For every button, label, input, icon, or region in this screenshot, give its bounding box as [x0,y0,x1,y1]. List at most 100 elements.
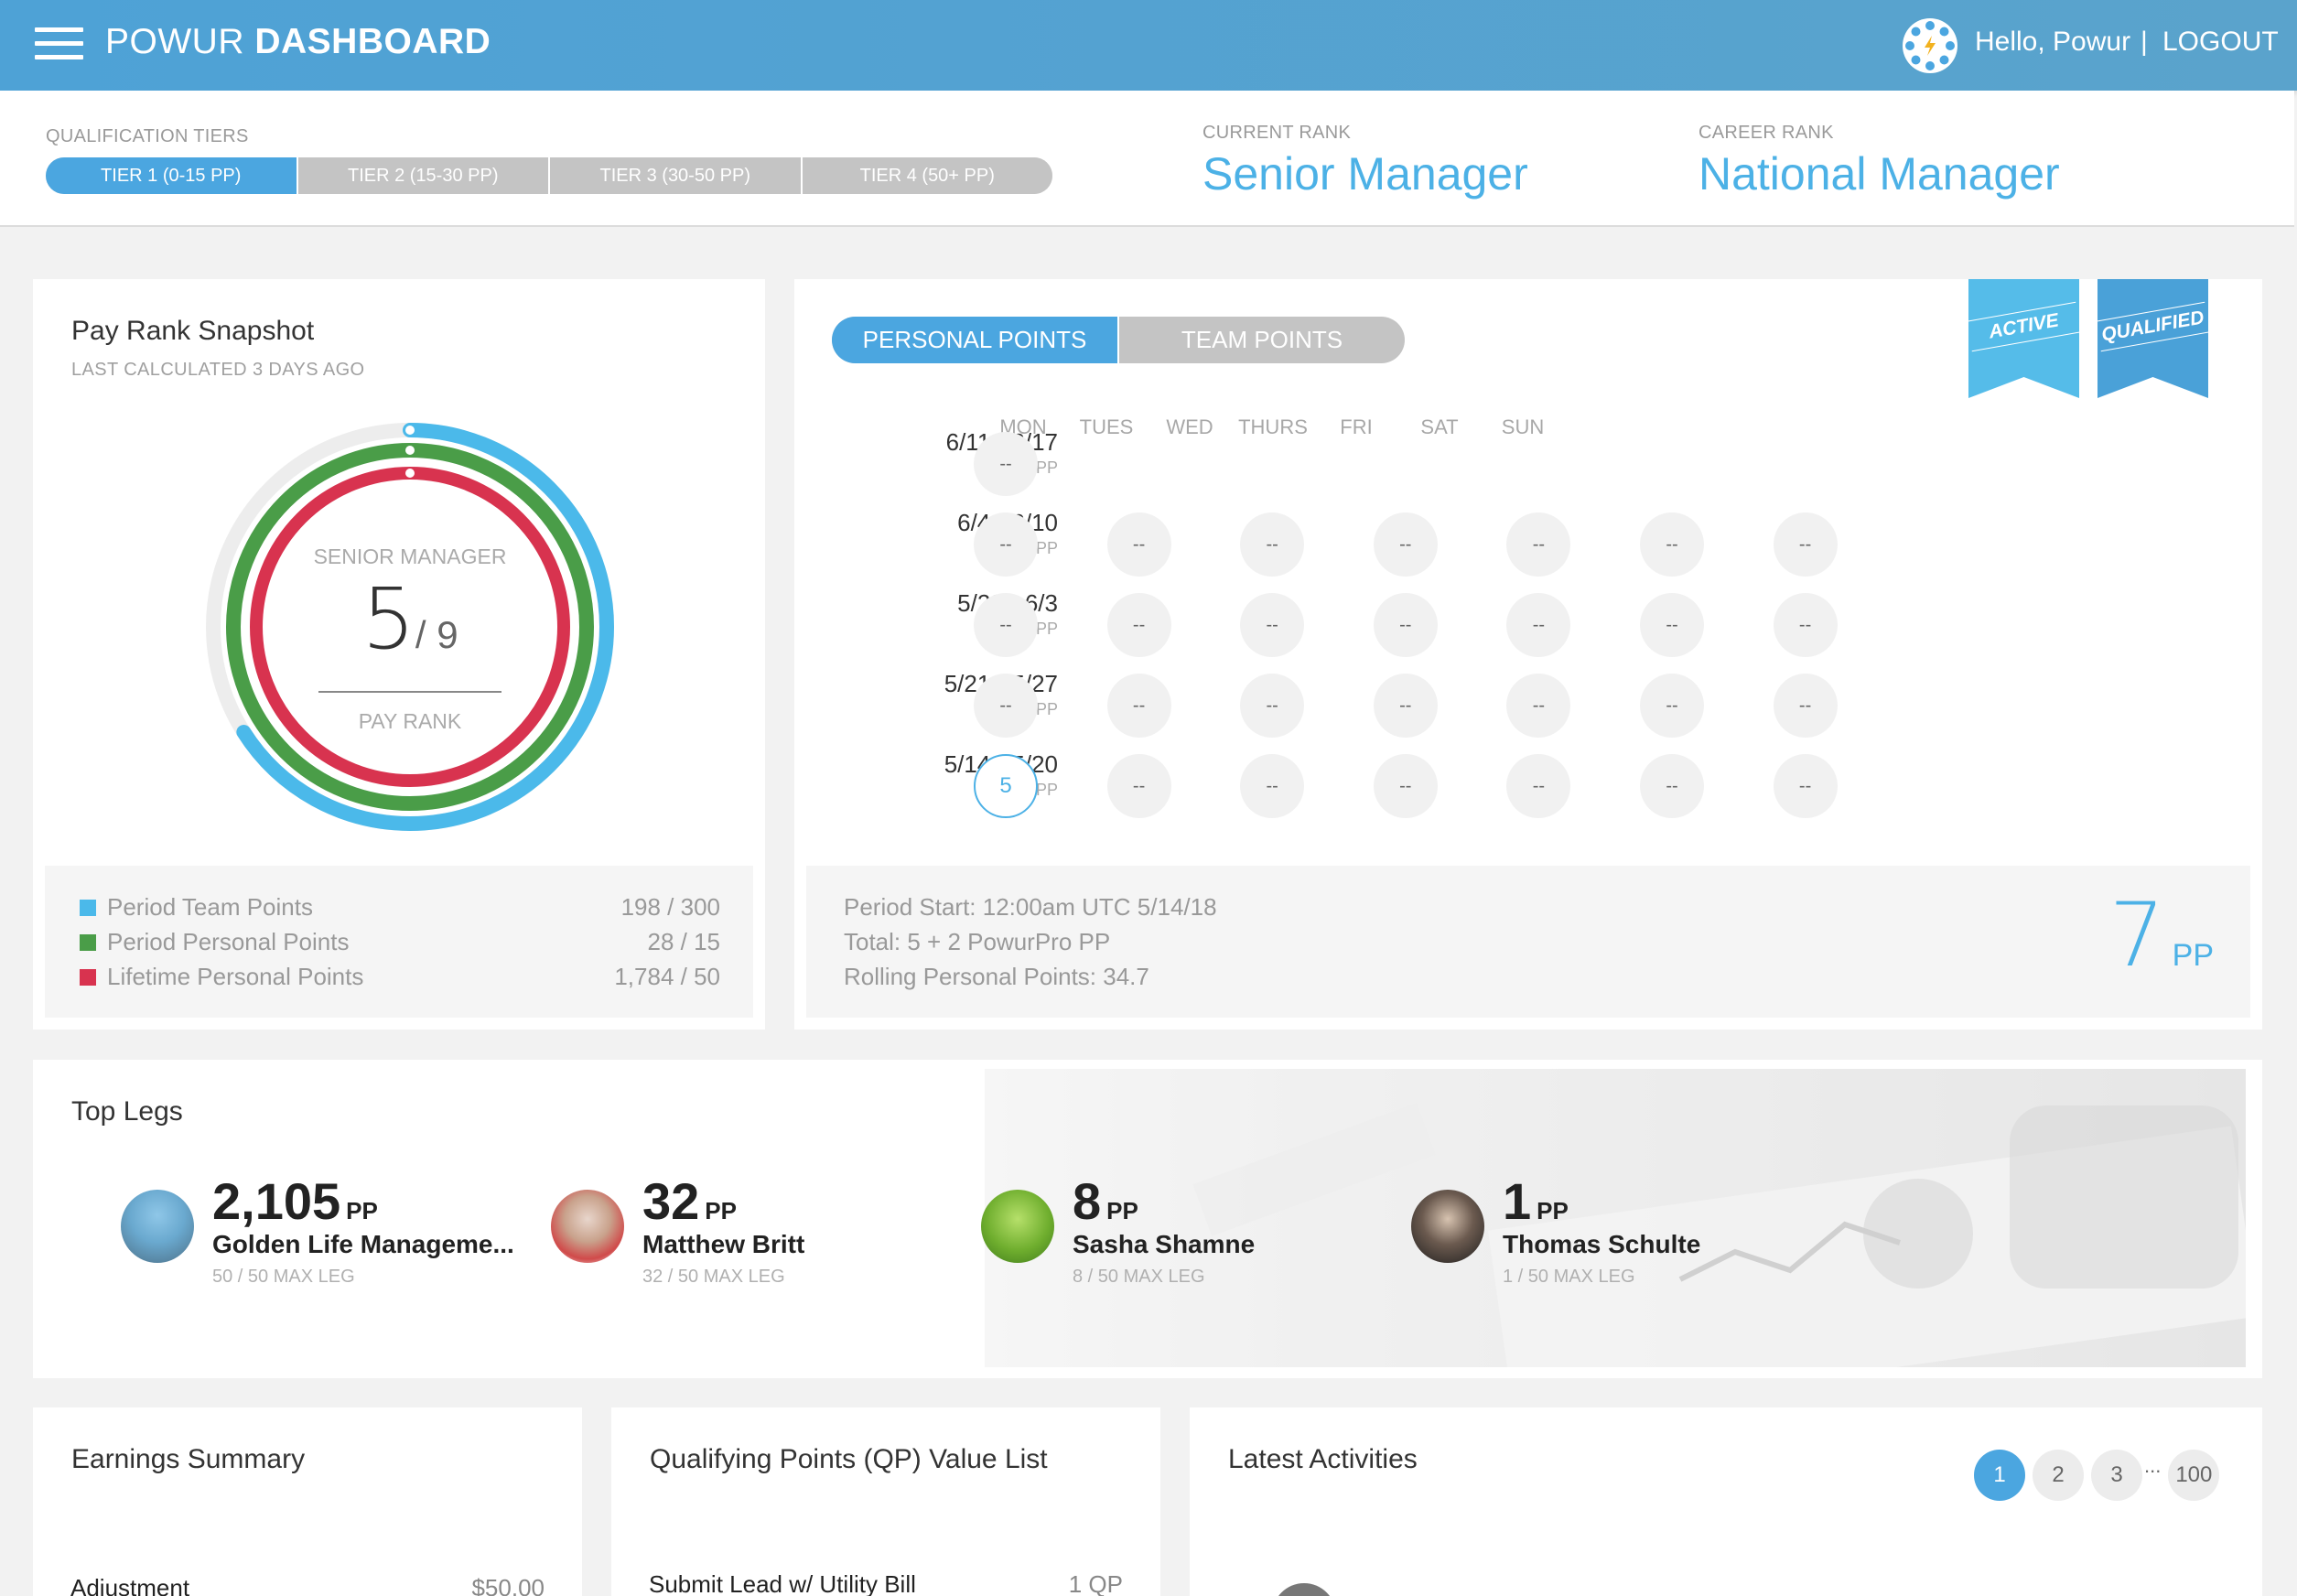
qp-list-title: Qualifying Points (QP) Value List [650,1444,1048,1474]
day-cell[interactable]: -- [1773,754,1838,818]
day-cell[interactable]: -- [1373,754,1438,818]
day-cell[interactable]: -- [1106,593,1171,657]
legend-row: Period Personal Points 28 / 15 [80,928,720,956]
rank-name: SENIOR MANAGER [313,545,507,568]
leg-item[interactable]: 2,105 PP Golden Life Manageme... 50 / 50 … [121,1171,523,1290]
donut-center: SENIOR MANAGER 5/ 9 PAY RANK [273,545,547,734]
legend-row: Period Team Points 198 / 300 [80,893,720,922]
day-cell[interactable]: -- [1106,674,1171,738]
day-cell[interactable]: -- [974,674,1038,738]
day-cell[interactable]: -- [974,512,1038,577]
day-cell[interactable]: -- [974,432,1038,496]
day-cell[interactable]: -- [1773,674,1838,738]
rank-fraction: 5/ 9 [273,577,547,685]
tier-selector: TIER 1 (0-15 PP) TIER 2 (15-30 PP) TIER … [46,157,1052,194]
legend-row: Lifetime Personal Points 1,784 / 50 [80,963,720,991]
rank-number: 5 [361,570,415,668]
legend-label: Period Personal Points [107,928,350,955]
top-legs-card: Top Legs 2,105 PP Golden Life Manageme...… [33,1060,2262,1378]
legend-swatch [80,900,96,916]
day-cell[interactable]: -- [1240,512,1305,577]
period-points-total: 7 PP [2109,884,2214,987]
day-cell[interactable]: -- [1506,674,1571,738]
day-cell[interactable]: -- [1106,512,1171,577]
pay-rank-subtitle: LAST CALCULATED 3 DAYS AGO [71,360,365,380]
avatar [1411,1190,1484,1263]
qp-row-label: Submit Lead w/ Utility Bill [649,1570,916,1596]
day-cell[interactable]: -- [1640,674,1704,738]
page-button[interactable]: 2 [2033,1450,2084,1501]
qp-row-value: 1 QP [1068,1570,1123,1596]
career-rank: CAREER RANK National Manager [1698,123,2060,200]
period-start: Period Start: 12:00am UTC 5/14/18 [844,893,1217,921]
app-title: POWUR DASHBOARD [105,22,491,61]
tiers-label: QUALIFICATION TIERS [46,126,249,146]
day-cell[interactable]: -- [1240,593,1305,657]
day-cell[interactable]: -- [1373,512,1438,577]
active-badge: ACTIVE [1966,279,2082,398]
donut-ring-start-dot [405,446,415,455]
qp-row: Submit Lead w/ Utility Bill 1 QP [649,1570,1123,1596]
leg-max: 1 / 50 MAX LEG [1503,1267,1635,1287]
tier-1-tab[interactable]: TIER 1 (0-15 PP) [46,157,298,194]
leg-points: 1 PP [1503,1172,1569,1230]
day-cell[interactable]: -- [1506,754,1571,818]
day-cell[interactable]: -- [1240,674,1305,738]
page-button[interactable]: 100 [2168,1450,2220,1501]
legend-swatch [80,934,96,951]
avatar [1272,1583,1336,1596]
rank-caption: PAY RANK [358,709,462,733]
activities-title: Latest Activities [1228,1444,1418,1474]
pay-rank-legend: Period Team Points 198 / 300 Period Pers… [45,866,753,1018]
powur-logo-icon [1903,18,1957,73]
logout-link[interactable]: LOGOUT [2162,27,2279,58]
day-cell[interactable]: -- [1640,512,1704,577]
page-button[interactable]: 1 [1974,1450,2025,1501]
day-cell[interactable]: -- [1506,593,1571,657]
rank-divider [318,691,501,693]
leg-name: Matthew Britt [642,1230,805,1258]
day-header: SUN [1501,415,1545,438]
team-points-tab[interactable]: TEAM POINTS [1119,317,1405,363]
day-cell[interactable]: -- [1506,512,1571,577]
leg-item[interactable]: 8 PP Sasha Shamne 8 / 50 MAX LEG [981,1171,1384,1290]
latest-activities-card: Latest Activities 1 2 3 ... 100 [1190,1407,2262,1596]
points-toggle: PERSONAL POINTS TEAM POINTS [832,317,1405,363]
day-cell[interactable]: -- [974,593,1038,657]
tier-3-tab[interactable]: TIER 3 (30-50 PP) [550,157,803,194]
pay-rank-title: Pay Rank Snapshot [71,316,315,346]
top-header: POWUR DASHBOARD Hello, Powur | LOGOUT [0,0,2297,91]
avatar [121,1190,194,1263]
donut-ring-start-dot [405,469,415,478]
leg-points: 8 PP [1073,1172,1138,1230]
leg-item[interactable]: 32 PP Matthew Britt 32 / 50 MAX LEG [551,1171,954,1290]
day-cell[interactable]: -- [1240,754,1305,818]
earnings-row: Adjustment $50.00 [70,1574,545,1596]
pagination-ellipsis: ... [2144,1454,2162,1477]
current-rank: CURRENT RANK Senior Manager [1202,123,1528,200]
period-summary: Period Start: 12:00am UTC 5/14/18 Total:… [806,866,2250,1018]
hamburger-menu-icon[interactable] [35,27,83,60]
day-cell[interactable]: -- [1773,593,1838,657]
tier-2-tab[interactable]: TIER 2 (15-30 PP) [297,157,550,194]
leg-name: Sasha Shamne [1073,1230,1256,1258]
user-greeting: Hello, Powur [1975,27,2131,57]
pagination: 1 2 3 ... 100 [1967,1450,2220,1501]
day-cell[interactable]: -- [1640,593,1704,657]
leg-max: 8 / 50 MAX LEG [1073,1267,1205,1287]
day-cell[interactable]: -- [1106,754,1171,818]
day-cell[interactable]: -- [1773,512,1838,577]
personal-points-tab[interactable]: PERSONAL POINTS [832,317,1119,363]
legend-label: Period Team Points [107,893,313,921]
leg-name: Thomas Schulte [1503,1230,1701,1258]
leg-item[interactable]: 1 PP Thomas Schulte 1 / 50 MAX LEG [1411,1171,1814,1290]
leg-points: 32 PP [642,1172,737,1230]
leg-max: 32 / 50 MAX LEG [642,1267,785,1287]
tier-4-tab[interactable]: TIER 4 (50+ PP) [802,157,1052,194]
current-rank-label: CURRENT RANK [1202,123,1352,143]
day-cell[interactable]: -- [1373,674,1438,738]
day-cell[interactable]: -- [1373,593,1438,657]
day-cell[interactable]: -- [1640,754,1704,818]
page-button[interactable]: 3 [2091,1450,2142,1501]
day-cell[interactable]: 5 [974,754,1038,818]
